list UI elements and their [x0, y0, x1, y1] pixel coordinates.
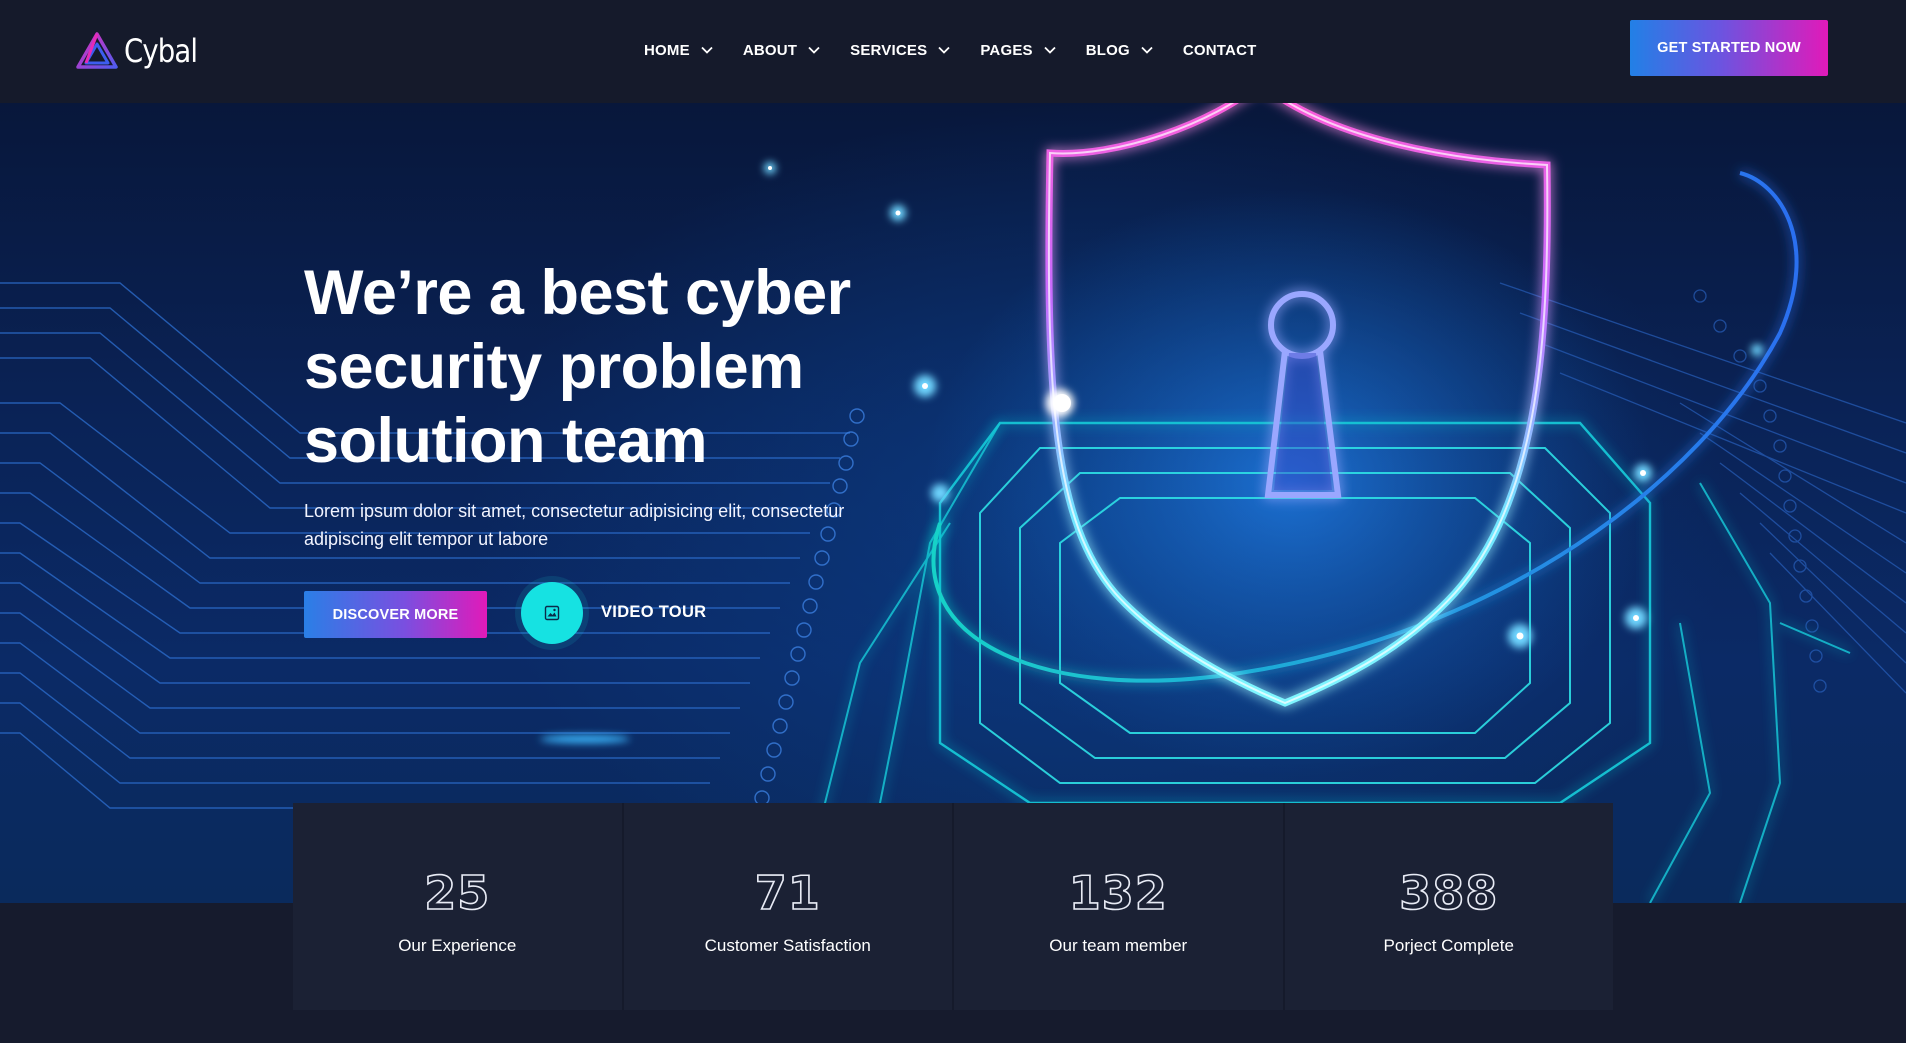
stat-label: Our team member	[1049, 936, 1188, 955]
triangle-logo-icon	[76, 32, 118, 69]
nav-item-blog[interactable]: BLOG	[1086, 36, 1154, 64]
hero-section: We’re a best cyber security problem solu…	[0, 103, 1906, 903]
nav-item-label: SERVICES	[850, 41, 928, 59]
nav-item-label: ABOUT	[742, 41, 798, 59]
stat-card: 132 Our team member	[954, 803, 1285, 1010]
stat-card: 71 Customer Satisfaction	[623, 803, 954, 1010]
nav-item-home[interactable]: HOME	[644, 36, 714, 64]
page: We’re a best cyber security problem solu…	[0, 0, 1906, 1043]
nav-item-about[interactable]: ABOUT	[743, 36, 821, 64]
image-icon	[544, 605, 560, 621]
nav-item-label: BLOG	[1085, 41, 1130, 59]
nav-item-label: PAGES	[980, 41, 1033, 59]
hero-description: Lorem ipsum dolor sit amet, consectetur …	[304, 501, 845, 549]
hero-shield-illustration	[0, 103, 1906, 903]
get-started-button[interactable]: GET STARTED NOW	[1630, 20, 1828, 76]
nav-item-label: CONTACT	[1182, 41, 1257, 59]
stat-label: Porject Complete	[1383, 936, 1514, 955]
chevron-down-icon	[1044, 46, 1056, 54]
video-tour-play-button[interactable]	[521, 582, 583, 644]
nav-item-label: HOME	[644, 41, 690, 59]
stat-value: 388	[1398, 866, 1499, 920]
main-nav: HOME ABOUT SERVICES PAGES BLOG CONTACT	[644, 36, 1286, 64]
video-tour-label[interactable]: VIDEO TOUR	[601, 603, 706, 622]
chevron-down-icon	[701, 46, 713, 54]
chevron-down-icon	[1141, 46, 1153, 54]
nav-item-contact[interactable]: CONTACT	[1183, 36, 1257, 64]
stat-label: Our Experience	[398, 936, 517, 955]
chevron-down-icon	[808, 46, 820, 54]
brand-logo[interactable]: Cybal	[76, 31, 209, 71]
stat-value: 132	[1068, 866, 1168, 920]
discover-more-button[interactable]: DISCOVER MORE	[304, 591, 487, 638]
brand-name: Cybal	[124, 32, 198, 70]
stat-value: 25	[423, 866, 491, 920]
stat-value: 71	[754, 866, 821, 920]
hero-title: We’re a best cyber security problem solu…	[304, 258, 851, 476]
stat-card: 25 Our Experience	[293, 803, 624, 1010]
stat-card: 388 Porject Complete	[1284, 803, 1613, 1010]
nav-item-services[interactable]: SERVICES	[850, 36, 951, 64]
stats-section: 25 Our Experience 71 Customer Satisfacti…	[293, 803, 1613, 1010]
nav-item-pages[interactable]: PAGES	[980, 36, 1056, 64]
stat-label: Customer Satisfaction	[704, 936, 871, 955]
chevron-down-icon	[938, 46, 950, 54]
site-header: Cybal HOME ABOUT SERVICES PAGES BLOG CON…	[0, 0, 1906, 103]
